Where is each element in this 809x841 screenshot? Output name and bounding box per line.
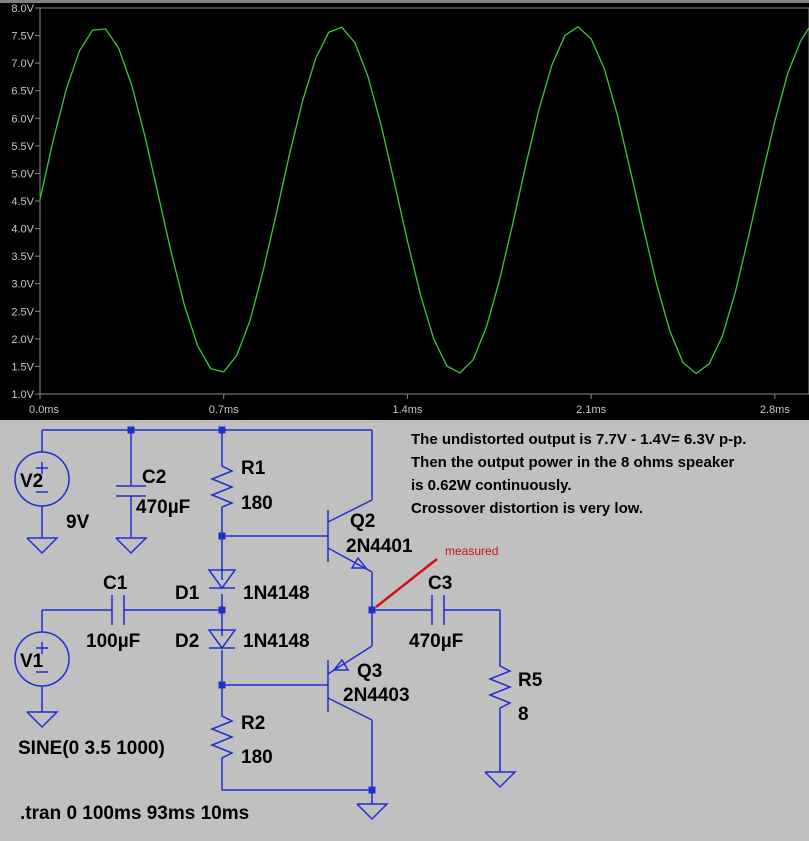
y-tick-label: 3.5V [11,251,34,263]
d1-name: D1 [175,583,200,604]
schematic[interactable]: V2 9V C2 470µF R1 180 Q2 2N4401 D1 1N414… [0,420,809,841]
y-tick-label: 2.0V [11,334,34,346]
v2-name: V2 [20,471,43,492]
x-tick-label: 2.1ms [576,404,606,416]
c1-name: C1 [103,573,128,594]
q3-name: Q3 [357,661,382,682]
note-line-2: Then the output power in the 8 ohms spea… [411,454,735,471]
r5-value: 8 [518,704,529,725]
y-tick-label: 1.0V [11,389,34,401]
c2-name: C2 [142,467,166,488]
y-tick-label: 3.0V [11,279,34,291]
x-tick-label: 2.8ms [760,404,790,416]
q3-value: 2N4403 [343,685,410,706]
y-tick-label: 6.0V [11,113,34,125]
note-line-3: is 0.62W continuously. [411,477,572,494]
x-tick-label: 1.4ms [392,404,422,416]
y-tick-label: 5.0V [11,168,34,180]
note-line-1: The undistorted output is 7.7V - 1.4V= 6… [411,431,746,448]
c3-value: 470µF [409,631,463,652]
y-tick-label: 7.5V [11,31,34,43]
v1-value: SINE(0 3.5 1000) [18,738,165,759]
r1-name: R1 [241,458,266,479]
r2-value: 180 [241,747,273,768]
y-tick-label: 4.5V [11,196,34,208]
v1-name: V1 [20,651,44,672]
r1-value: 180 [241,493,273,514]
y-tick-label: 5.5V [11,141,34,153]
d2-value: 1N4148 [243,631,310,652]
q2-name: Q2 [350,511,375,532]
waveform-plot[interactable]: 8.0V 7.5V 7.0V 6.5V 6.0V 5.5V 5.0V 4.5V 4.0V 3.5V… [0,0,809,420]
y-tick-label: 8.0V [11,3,34,15]
r5-name: R5 [518,670,543,691]
c1-value: 100µF [86,631,140,652]
ltspice-window: 8.0V 7.5V 7.0V 6.5V 6.0V 5.5V 5.0V 4.5V 4.0V 3.5V… [0,0,809,841]
v2-value: 9V [66,512,90,533]
y-tick-label: 4.0V [11,224,34,236]
x-tick-label: 0.0ms [29,404,59,416]
plot-top-border [0,0,809,3]
y-tick-label: 1.5V [11,361,34,373]
d1-value: 1N4148 [243,583,310,604]
y-tick-label: 7.0V [11,58,34,70]
q2-value: 2N4401 [346,536,413,557]
plot-background [0,0,809,420]
spice-directive[interactable]: .tran 0 100ms 93ms 10ms [20,803,249,824]
c2-value: 470µF [136,497,190,518]
note-line-4: Crossover distortion is very low. [411,500,643,517]
c3-name: C3 [428,573,452,594]
r2-name: R2 [241,713,265,734]
x-tick-label: 0.7ms [209,404,239,416]
y-tick-label: 2.5V [11,306,34,318]
measured-label: measured [445,544,498,558]
d2-name: D2 [175,631,199,652]
y-tick-label: 6.5V [11,86,34,98]
